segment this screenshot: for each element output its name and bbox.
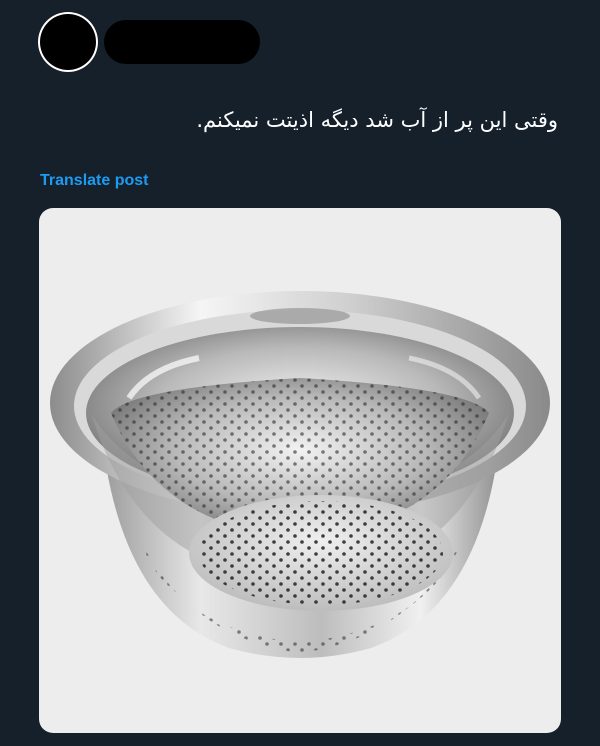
- translate-post-link[interactable]: Translate post: [40, 172, 148, 190]
- post-image[interactable]: [39, 208, 561, 733]
- colander-bowl-image: [50, 291, 550, 658]
- author-name-redacted[interactable]: [104, 20, 260, 64]
- author-avatar[interactable]: [38, 12, 98, 72]
- post-text: وقتی این پر از آب شد دیگه اذیتت نمیکنم.: [196, 108, 558, 132]
